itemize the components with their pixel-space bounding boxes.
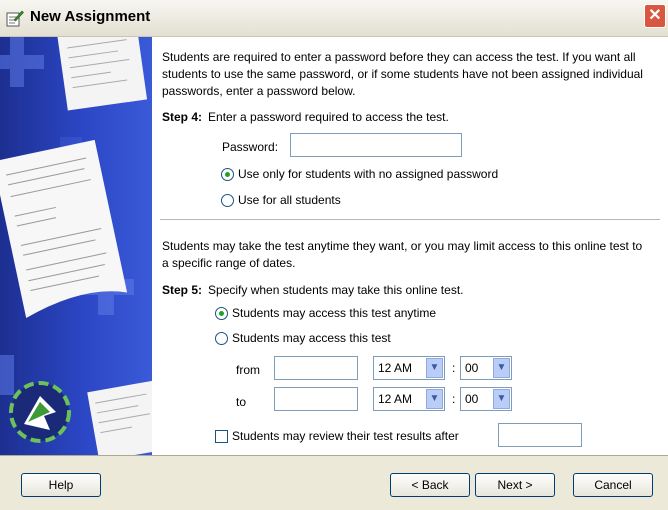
step5-heading: Step 5: Specify when students may take th… <box>162 283 463 297</box>
password-label: Password: <box>222 140 279 154</box>
cancel-button[interactable]: Cancel <box>573 473 653 497</box>
to-minute-select[interactable]: 00 ▼ <box>460 387 512 411</box>
title-bar: New Assignment ✕ <box>0 0 668 37</box>
footer-divider <box>0 455 668 456</box>
step5-text: Specify when students may take this onli… <box>208 283 464 297</box>
dates-intro-text: Students may take the test anytime they … <box>162 239 643 270</box>
side-banner <box>0 37 152 455</box>
section-divider <box>160 219 660 220</box>
radio-button[interactable] <box>221 167 234 181</box>
logo-icon <box>9 381 71 443</box>
password-input[interactable] <box>290 133 462 157</box>
step4-label: Step 4: <box>162 110 203 124</box>
radio-all-students[interactable]: Use for all students <box>221 193 341 207</box>
banner-illustration <box>0 37 152 455</box>
radio-button[interactable] <box>215 306 228 320</box>
chevron-down-icon[interactable]: ▼ <box>493 389 510 409</box>
close-button[interactable]: ✕ <box>644 4 666 28</box>
close-icon: ✕ <box>648 7 662 24</box>
window-title: New Assignment <box>30 8 151 25</box>
time-separator: : <box>452 361 456 375</box>
to-date-input[interactable] <box>274 387 358 411</box>
chevron-down-icon[interactable]: ▼ <box>493 358 510 378</box>
help-button[interactable]: Help <box>21 473 101 497</box>
from-date-input[interactable] <box>274 356 358 380</box>
next-button[interactable]: Next > <box>475 473 555 497</box>
radio-no-assigned-password[interactable]: Use only for students with no assigned p… <box>221 167 498 181</box>
radio-button[interactable] <box>215 331 228 345</box>
radio-access-anytime-label: Students may access this test anytime <box>232 306 437 320</box>
radio-access-date-range[interactable]: Students may access this test <box>215 331 391 345</box>
back-button[interactable]: < Back <box>390 473 470 497</box>
new-assignment-icon <box>6 10 24 27</box>
review-after-input[interactable] <box>498 423 582 447</box>
to-hour-select[interactable]: 12 AM ▼ <box>373 387 445 411</box>
radio-access-date-range-label: Students may access this test <box>232 331 391 345</box>
from-label: from <box>236 363 260 377</box>
step4-heading: Step 4: Enter a password required to acce… <box>162 110 449 124</box>
review-results-checkbox[interactable] <box>215 429 228 443</box>
step5-label: Step 5: <box>162 283 203 297</box>
from-hour-select[interactable]: 12 AM ▼ <box>373 356 445 380</box>
review-results-checkbox-row[interactable]: Students may review their test results a… <box>215 429 459 443</box>
review-results-label: Students may review their test results a… <box>232 429 459 443</box>
from-minute-select[interactable]: 00 ▼ <box>460 356 512 380</box>
to-label: to <box>236 395 247 409</box>
chevron-down-icon[interactable]: ▼ <box>426 358 443 378</box>
wizard-content: Students are required to enter a passwor… <box>152 37 668 455</box>
password-intro-text: Students are required to enter a passwor… <box>162 50 643 98</box>
radio-all-students-label: Use for all students <box>238 193 341 207</box>
radio-button[interactable] <box>221 193 234 207</box>
time-separator: : <box>452 392 456 406</box>
radio-no-assigned-password-label: Use only for students with no assigned p… <box>238 167 499 181</box>
radio-access-anytime[interactable]: Students may access this test anytime <box>215 306 436 320</box>
step4-text: Enter a password required to access the … <box>208 110 449 124</box>
chevron-down-icon[interactable]: ▼ <box>426 389 443 409</box>
